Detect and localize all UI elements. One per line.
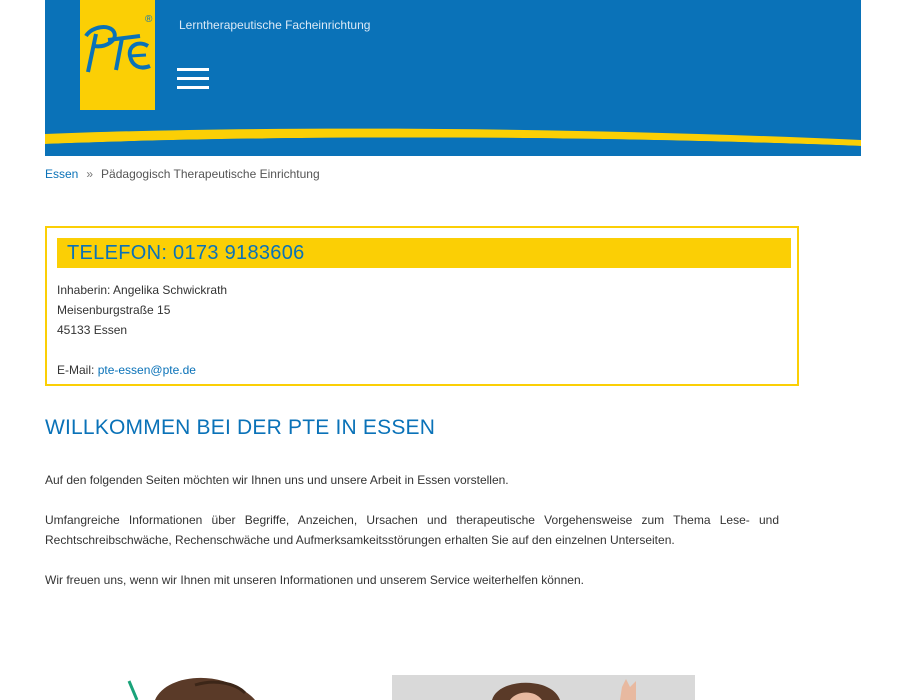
breadcrumb-separator: » [86, 167, 94, 181]
main-content: Auf den folgenden Seiten möchten wir Ihn… [45, 470, 779, 610]
pte-logo-icon: ® [84, 14, 153, 73]
teaser-image-right[interactable] [392, 675, 695, 700]
child-thinking-photo [492, 679, 636, 700]
info-paragraph: Umfangreiche Informationen über Begriffe… [45, 513, 779, 547]
breadcrumb-home-link[interactable]: Essen [45, 167, 78, 181]
email-label: E-Mail: [57, 363, 95, 377]
street-address: Meisenburgstraße 15 [57, 303, 171, 317]
header-swoosh [45, 128, 861, 156]
owner-name: Inhaberin: Angelika Schwickrath [57, 283, 228, 297]
teaser-image-left[interactable] [45, 675, 345, 700]
city-address: 45133 Essen [57, 323, 128, 337]
email-link[interactable]: pte-essen@pte.de [98, 363, 196, 377]
email-line: E-Mail: pte-essen@pte.de [57, 360, 227, 380]
site-header: ® Lerntherapeutische Facheinrichtung [45, 0, 861, 156]
child-writing-photo [127, 677, 255, 700]
svg-text:®: ® [145, 14, 153, 25]
closing-paragraph: Wir freuen uns, wenn wir Ihnen mit unser… [45, 573, 584, 587]
contact-box: TELEFON: 0173 9183606 Inhaberin: Angelik… [45, 226, 799, 386]
hamburger-menu-icon[interactable] [177, 66, 211, 92]
site-tagline: Lerntherapeutische Facheinrichtung [179, 18, 371, 32]
contact-details: Inhaberin: Angelika Schwickrath Meisenbu… [57, 280, 227, 380]
page-title: WILLKOMMEN BEI DER PTE IN ESSEN [45, 416, 436, 439]
breadcrumb-current: Pädagogisch Therapeutische Einrichtung [101, 167, 320, 181]
intro-paragraph: Auf den folgenden Seiten möchten wir Ihn… [45, 473, 509, 487]
breadcrumb: Essen » Pädagogisch Therapeutische Einrich… [45, 167, 320, 181]
pte-logo[interactable]: ® [80, 0, 155, 110]
phone-number: TELEFON: 0173 9183606 [67, 242, 305, 264]
phone-bar: TELEFON: 0173 9183606 [57, 238, 791, 268]
